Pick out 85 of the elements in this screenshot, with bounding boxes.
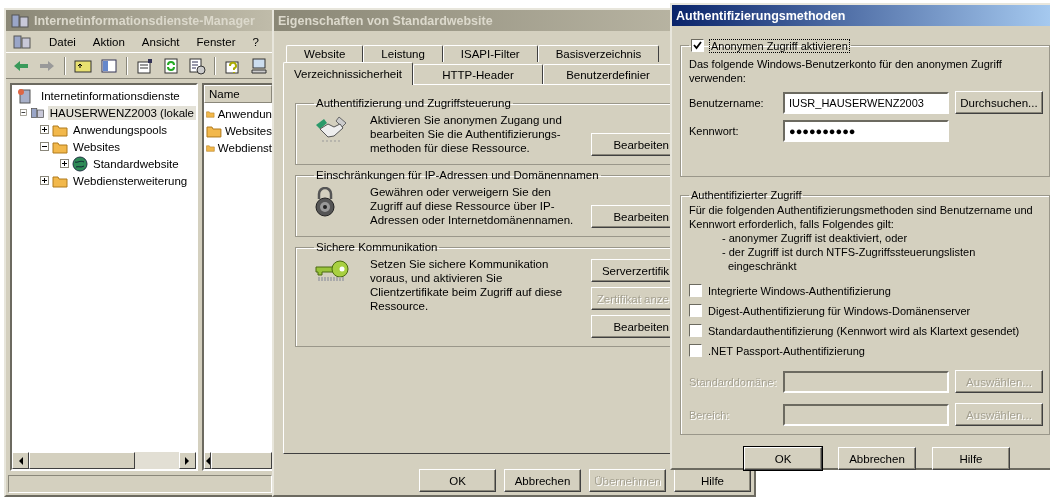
checkbox-label[interactable]: Standardauthentifizierung (Kennwort wird als Klartext gesendet): [708, 324, 1020, 337]
menu-item[interactable]: Datei: [49, 35, 76, 48]
tab[interactable]: Benutzerdefinier: [543, 64, 673, 84]
menu-item[interactable]: Ansicht: [141, 35, 180, 48]
computer-icon[interactable]: [250, 56, 268, 75]
checkbox-label[interactable]: .NET Passport-Authentifizierung: [708, 344, 865, 357]
tree-item[interactable]: Anwendungspools: [71, 122, 169, 137]
bullet-text: - anonymer Zugriff ist deaktiviert, oder: [721, 231, 909, 245]
field-label: Standarddomäne:: [689, 375, 777, 388]
tab[interactable]: Basisverzeichnis: [537, 45, 660, 62]
group-description: Gewähren oder verweigern Sie den Zugriff auf diese Ressource über IP-Adressen oder Internetdomänennamen.: [370, 185, 575, 228]
window-title: Internetinformationsdienste-Manager: [34, 13, 255, 28]
checkbox[interactable]: [689, 324, 702, 337]
group-title: Authentifizierter Zugriff: [690, 189, 803, 201]
checkbox-label[interactable]: Integrierte Windows-Authentifizierung: [708, 284, 891, 297]
left-arrow-icon: [205, 456, 210, 465]
horizontal-scrollbar[interactable]: [12, 452, 196, 469]
expander-icon[interactable]: [40, 142, 49, 151]
handshake-icon: [314, 115, 348, 145]
expander-icon[interactable]: [40, 176, 49, 185]
action-button[interactable]: Serverzertifik: [591, 259, 673, 282]
tree-item[interactable]: HAUSERWENZ2003 (lokale: [47, 105, 196, 120]
window-title: Eigenschaften von Standardwebsite: [278, 13, 493, 28]
bullet-text: - der Zugriff ist durch NTFS-Zugriffssteuerungslisten eingeschränkt: [721, 245, 977, 273]
action-button[interactable]: Bearbeiten: [591, 315, 673, 338]
list-item[interactable]: Anwendun: [217, 107, 272, 120]
tree-item[interactable]: Webdiensterweiterung: [71, 173, 190, 188]
menu-item[interactable]: Aktion: [92, 35, 125, 48]
browse-button[interactable]: Durchsuchen...: [955, 91, 1043, 114]
group-title: Authentifizierung und Zugriffsteuerung: [315, 97, 512, 109]
description-text: Das folgende Windows-Benutzerkonto für den anonymen Zugriff verwenden:: [689, 57, 1003, 85]
tree-item[interactable]: Websites: [71, 139, 123, 154]
tab[interactable]: Leistung: [363, 45, 443, 62]
tab[interactable]: Website: [286, 45, 364, 62]
column-header[interactable]: Name: [204, 85, 272, 103]
tab[interactable]: ISAPI-Filter: [442, 45, 538, 62]
refresh-icon[interactable]: [162, 56, 180, 75]
scroll-left-button[interactable]: [12, 452, 29, 469]
field-label: Benutzername:: [689, 96, 765, 109]
dialog-button[interactable]: Hilfe: [674, 469, 751, 492]
list-item[interactable]: Webdienst: [217, 141, 272, 154]
tab[interactable]: HTTP-Header: [413, 64, 543, 84]
dialog-button[interactable]: OK: [419, 469, 496, 492]
expander-icon[interactable]: [40, 125, 49, 134]
field-label: Bereich:: [689, 408, 731, 421]
checkbox[interactable]: [689, 344, 702, 357]
group-description: Aktivieren Sie anonymen Zugang und bearbeiten Sie die Authentifizierungs-methoden für diese Ressource.: [370, 113, 563, 156]
checkbox[interactable]: [689, 284, 702, 297]
properties-icon[interactable]: [136, 56, 154, 75]
tab[interactable]: Verzeichnissicherheit: [283, 62, 413, 85]
scrollbar-thumb[interactable]: [29, 452, 135, 469]
tree-item[interactable]: Internetinformationsdienste: [39, 88, 182, 103]
globe-icon: [72, 155, 88, 172]
padlock-icon: [314, 187, 336, 217]
group-title: Sichere Kommunikation: [315, 241, 439, 253]
input-field[interactable]: ●●●●●●●●●●: [783, 120, 949, 142]
dialog-button[interactable]: OK: [744, 447, 822, 470]
scroll-right-button[interactable]: [179, 452, 196, 469]
right-arrow-icon: [185, 456, 190, 465]
action-button[interactable]: Bearbeiten: [591, 133, 673, 156]
action-button[interactable]: Bearbeiten: [591, 205, 673, 228]
pane-toggle-icon[interactable]: [100, 56, 118, 75]
group-title: Einschränkungen für IP-Adressen und Domänennamen: [315, 169, 600, 181]
description-text: Für die folgenden Authentifizierungsmethoden sind Benutzername und Kennwort erforderlich, falls Folgendes gilt:: [689, 203, 1034, 231]
left-arrow-icon: [18, 456, 23, 465]
tree-item[interactable]: Standardwebsite: [91, 156, 181, 171]
server-icon: [12, 33, 32, 50]
menu-item[interactable]: Fenster: [196, 35, 236, 48]
checkbox[interactable]: [689, 304, 702, 317]
server-icon: [10, 12, 30, 29]
expander-icon[interactable]: [60, 159, 69, 168]
field-label: Kennwort:: [689, 125, 740, 137]
menu-item[interactable]: ?: [252, 35, 259, 48]
group-description: Setzen Sie sichere Kommunikation voraus, und aktivieren Sie Clientzertifikate beim Zugriff auf diese Ressource.: [370, 257, 564, 314]
dialog-button[interactable]: Abbrechen: [504, 469, 581, 492]
checkbox-label[interactable]: Digest-Authentifizierung für Windows-Domänenserver: [708, 304, 971, 317]
checkbox-label[interactable]: Anonymen Zugriff aktivieren: [710, 39, 849, 52]
list-item[interactable]: Websites: [224, 124, 272, 137]
expander-icon[interactable]: [20, 108, 27, 117]
window-title: Authentifizierungsmethoden: [676, 8, 846, 23]
checkbox[interactable]: [691, 39, 704, 52]
dialog-button[interactable]: Hilfe: [932, 447, 1010, 470]
dialog-button[interactable]: Abbrechen: [838, 447, 916, 470]
input-field[interactable]: IUSR_HAUSERWENZ2003: [783, 91, 949, 114]
export-list-icon[interactable]: [188, 56, 206, 75]
